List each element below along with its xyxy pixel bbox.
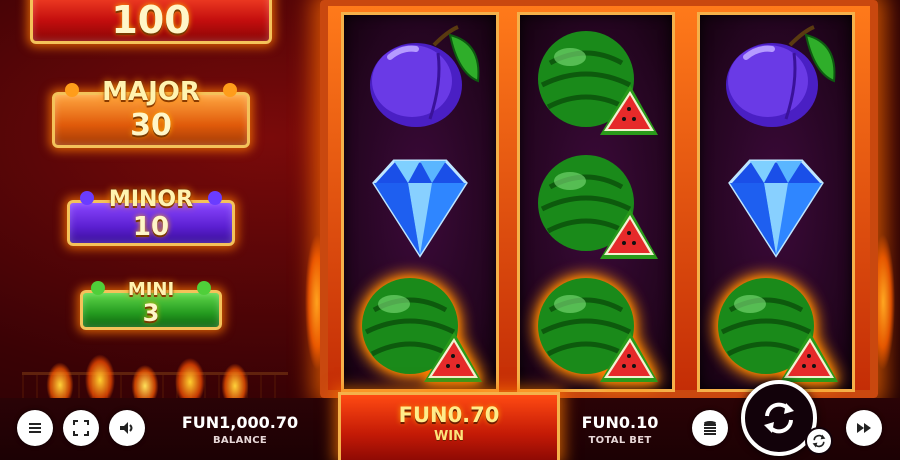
sound-icon [120, 422, 133, 434]
plum-icon [80, 191, 94, 205]
coins-stack-icon [704, 421, 716, 435]
plum-icon [370, 25, 480, 127]
orange-icon [65, 83, 79, 97]
win-label: WIN [433, 429, 465, 444]
fullscreen-icon [73, 420, 89, 436]
fullscreen-button[interactable] [63, 410, 99, 446]
watermelon-symbol [526, 270, 666, 390]
win-display: FUN0.70 WIN [338, 392, 560, 460]
diamond-symbol [350, 147, 490, 267]
plum-symbol [350, 23, 490, 143]
diamond-icon [372, 159, 468, 258]
jackpot-grand-value: 100 [111, 0, 191, 42]
fast-forward-icon [857, 423, 871, 433]
watermelon-icon [538, 31, 658, 135]
reel-3 [697, 12, 855, 392]
watermelon-symbol [526, 147, 666, 267]
jackpot-mini-label: MINI [127, 279, 175, 300]
lime-icon [197, 281, 211, 295]
watermelon-icon [362, 278, 482, 382]
balance-label: BALANCE [212, 435, 268, 446]
watermelon-icon [538, 278, 658, 382]
total-bet-value: FUN0.10 [581, 413, 659, 432]
turbo-button[interactable] [846, 410, 882, 446]
spin-arrows-icon [764, 402, 794, 434]
orange-icon [223, 83, 237, 97]
plum-icon [208, 191, 222, 205]
win-value: FUN0.70 [398, 403, 500, 427]
watermelon-symbol [526, 23, 666, 143]
watermelon-icon [718, 278, 838, 382]
jackpot-major-value: 30 [130, 107, 172, 143]
jackpot-minor-value: 10 [132, 212, 170, 242]
autoplay-icon [812, 434, 826, 448]
reel-2 [517, 12, 675, 392]
balance-value: FUN1,000.70 [181, 413, 299, 432]
jackpot-major-panel: MAJOR 30 [52, 77, 250, 148]
total-bet-label: TOTAL BET [588, 435, 652, 446]
lime-icon [91, 281, 105, 295]
jackpot-grand-panel: 100 [30, 0, 272, 44]
diamond-icon [728, 159, 824, 258]
watermelon-symbol [706, 270, 846, 390]
jackpot-mini-value: 3 [142, 299, 160, 327]
sound-button[interactable] [109, 410, 145, 446]
menu-icon [29, 423, 41, 433]
plum-icon [726, 25, 836, 127]
autoplay-button[interactable] [805, 427, 833, 455]
total-bet-display: FUN0.10 TOTAL BET [570, 413, 670, 446]
jackpot-minor-panel: MINOR 10 [67, 187, 235, 246]
watermelon-icon [538, 155, 658, 259]
watermelon-symbol [350, 270, 490, 390]
bet-settings-button[interactable] [692, 410, 728, 446]
jackpot-minor-label: MINOR [108, 187, 194, 212]
menu-button[interactable] [17, 410, 53, 446]
diamond-symbol [706, 147, 846, 267]
jackpot-mini-panel: MINI 3 [80, 279, 222, 330]
plum-symbol [706, 23, 846, 143]
jackpot-major-label: MAJOR [102, 77, 200, 107]
balance-display: FUN1,000.70 BALANCE [180, 413, 300, 446]
flames-decoration [40, 340, 270, 400]
reel-1 [341, 12, 499, 392]
